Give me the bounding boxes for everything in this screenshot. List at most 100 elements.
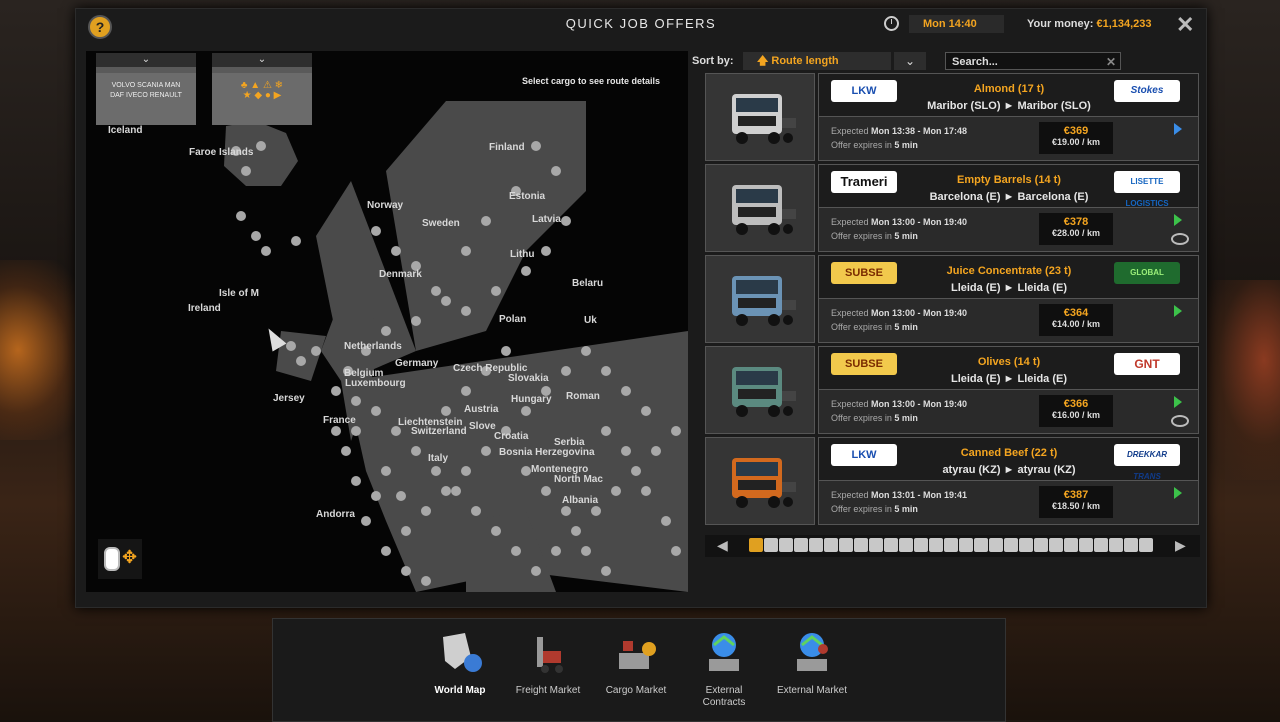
job-offer[interactable]: Trameri Empty Barrels (14 t) Barcelona (… [705,164,1200,252]
city-marker[interactable] [351,426,361,436]
page-dot[interactable] [1064,538,1078,552]
truck-brand-filter[interactable]: ⌄ VOLVO SCANIA MAN DAF IVECO RENAULT [96,53,196,125]
cargo-type-filter[interactable]: ⌄ ♣ ▲ ⚠ ❄ ★ ◆ ● ▶ [212,53,312,125]
city-marker[interactable] [481,446,491,456]
job-offer[interactable]: SUBSE Juice Concentrate (23 t) Lleida (E… [705,255,1200,343]
offer-details[interactable]: SUBSE Olives (14 t) Lleida (E) ► Lleida … [818,346,1199,434]
nav-item[interactable]: Freight Market [508,627,588,697]
city-marker[interactable] [441,406,451,416]
city-marker[interactable] [241,166,251,176]
page-dot[interactable] [839,538,853,552]
city-marker[interactable] [541,486,551,496]
nav-item[interactable]: Cargo Market [596,627,676,697]
offer-details[interactable]: LKW Almond (17 t) Maribor (SLO) ► Maribo… [818,73,1199,161]
city-marker[interactable] [421,506,431,516]
page-dot[interactable] [914,538,928,552]
city-marker[interactable] [571,526,581,536]
nav-item[interactable]: World Map [420,627,500,697]
city-marker[interactable] [401,566,411,576]
page-dot[interactable] [1139,538,1153,552]
offer-details[interactable]: SUBSE Juice Concentrate (23 t) Lleida (E… [818,255,1199,343]
page-dot[interactable] [1094,538,1108,552]
city-marker[interactable] [671,426,681,436]
sort-select[interactable]: 🡅 Route length [743,52,891,70]
fast-forward-icon[interactable] [1174,123,1182,135]
page-dot[interactable] [1109,538,1123,552]
page-dot[interactable] [884,538,898,552]
city-marker[interactable] [351,476,361,486]
city-marker[interactable] [411,316,421,326]
play-icon[interactable] [1174,305,1182,317]
page-dot[interactable] [899,538,913,552]
city-marker[interactable] [371,491,381,501]
city-marker[interactable] [561,366,571,376]
city-marker[interactable] [561,216,571,226]
city-marker[interactable] [601,566,611,576]
play-icon[interactable] [1174,214,1182,226]
nav-item[interactable]: External Contracts [684,627,764,709]
city-marker[interactable] [341,446,351,456]
city-marker[interactable] [491,286,501,296]
city-marker[interactable] [561,506,571,516]
city-marker[interactable] [286,341,296,351]
page-dot[interactable] [1124,538,1138,552]
play-icon[interactable] [1174,396,1182,408]
city-marker[interactable] [451,486,461,496]
page-dot[interactable] [824,538,838,552]
city-marker[interactable] [296,356,306,366]
page-dot[interactable] [929,538,943,552]
page-dot[interactable] [809,538,823,552]
map-controls[interactable]: ✥ [98,539,142,579]
search-input[interactable]: Search... ✕ [945,52,1121,70]
next-page-icon[interactable]: ▶ [1175,537,1186,554]
page-dot[interactable] [869,538,883,552]
city-marker[interactable] [411,446,421,456]
city-marker[interactable] [256,141,266,151]
city-marker[interactable] [631,466,641,476]
city-marker[interactable] [291,236,301,246]
play-icon[interactable] [1174,487,1182,499]
city-marker[interactable] [236,211,246,221]
city-marker[interactable] [551,546,561,556]
page-dot[interactable] [974,538,988,552]
page-dot[interactable] [794,538,808,552]
city-marker[interactable] [311,346,321,356]
nav-item[interactable]: External Market [772,627,852,697]
city-marker[interactable] [521,466,531,476]
city-marker[interactable] [641,486,651,496]
city-marker[interactable] [371,406,381,416]
city-marker[interactable] [391,246,401,256]
city-marker[interactable] [651,446,661,456]
offer-details[interactable]: LKW Canned Beef (22 t) atyrau (KZ) ► aty… [818,437,1199,525]
page-dot[interactable] [779,538,793,552]
page-dot[interactable] [749,538,763,552]
city-marker[interactable] [621,446,631,456]
page-dot[interactable] [989,538,1003,552]
city-marker[interactable] [431,286,441,296]
city-marker[interactable] [361,516,371,526]
job-offer[interactable]: SUBSE Olives (14 t) Lleida (E) ► Lleida … [705,346,1200,434]
city-marker[interactable] [461,306,471,316]
city-marker[interactable] [621,386,631,396]
clear-search-icon[interactable]: ✕ [1106,53,1116,71]
offer-details[interactable]: Trameri Empty Barrels (14 t) Barcelona (… [818,164,1199,252]
city-marker[interactable] [371,226,381,236]
city-marker[interactable] [581,546,591,556]
city-marker[interactable] [331,426,341,436]
city-marker[interactable] [601,366,611,376]
page-dot[interactable] [764,538,778,552]
city-marker[interactable] [511,546,521,556]
city-marker[interactable] [661,516,671,526]
page-dot[interactable] [1079,538,1093,552]
city-marker[interactable] [551,166,561,176]
city-marker[interactable] [441,296,451,306]
job-offer[interactable]: LKW Canned Beef (22 t) atyrau (KZ) ► aty… [705,437,1200,525]
page-dot[interactable] [944,538,958,552]
city-marker[interactable] [671,546,681,556]
city-marker[interactable] [581,346,591,356]
city-marker[interactable] [541,246,551,256]
prev-page-icon[interactable]: ◀ [717,537,728,554]
world-map[interactable]: ⌄ VOLVO SCANIA MAN DAF IVECO RENAULT ⌄ ♣ … [86,51,688,592]
city-marker[interactable] [401,526,411,536]
city-marker[interactable] [381,326,391,336]
